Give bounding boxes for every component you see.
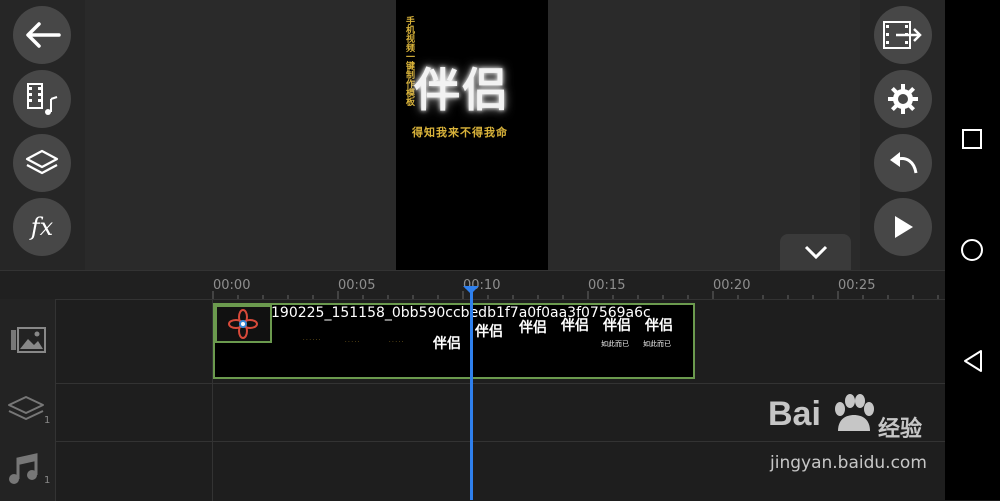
watermark-logo: Bai xyxy=(768,395,821,433)
preview-title: 伴侣 xyxy=(414,63,510,117)
preview-vertical-text: 手机视频一键制作模板 xyxy=(404,16,414,106)
chevron-down-icon xyxy=(804,245,827,259)
effects-button[interactable]: fx xyxy=(13,198,71,256)
clip-frame-title: 伴侣 xyxy=(645,318,673,334)
settings-button[interactable] xyxy=(874,70,932,128)
preview-subtitle: 得知我来不得我命 xyxy=(412,126,508,139)
clip-thumbnail xyxy=(215,305,272,343)
clip-frame-title: 伴侣 xyxy=(561,318,589,334)
clip-frame-title: 伴侣 xyxy=(475,324,503,340)
layers-button[interactable] xyxy=(13,134,71,192)
clip-frame-caption: 如此而已 xyxy=(643,340,671,348)
media-music-icon xyxy=(27,83,58,115)
video-track-header[interactable] xyxy=(10,327,46,357)
tick-label: 00:00 xyxy=(213,278,251,293)
track-divider xyxy=(55,383,945,384)
nav-back-button[interactable] xyxy=(962,349,984,377)
audio-count: 1 xyxy=(44,475,51,486)
clip-frame-title: 伴侣 xyxy=(519,320,547,336)
add-media-button[interactable] xyxy=(13,70,71,128)
image-track-icon xyxy=(11,327,46,353)
gear-icon xyxy=(888,84,918,114)
recents-button[interactable] xyxy=(962,129,982,153)
export-button[interactable] xyxy=(874,6,932,64)
play-icon xyxy=(895,216,913,238)
playhead[interactable] xyxy=(470,290,473,500)
clip-frame-caption: · · · · · xyxy=(389,339,404,345)
undo-icon xyxy=(890,152,918,174)
back-arrow-icon xyxy=(26,22,61,48)
flower-thumbnail-icon xyxy=(228,309,258,339)
collapse-timeline-button[interactable] xyxy=(780,234,851,270)
clip-frame-title: 伴侣 xyxy=(433,336,461,352)
clip-frame-caption: · · · · · xyxy=(345,339,360,345)
layers-icon xyxy=(25,149,59,175)
fx-icon: fx xyxy=(30,213,54,241)
paw-icon xyxy=(835,394,874,431)
home-button[interactable] xyxy=(960,238,984,266)
layer-track-header[interactable]: 1 xyxy=(6,395,50,429)
baidu-watermark: Bai 经验 jingyan.baidu.com xyxy=(768,394,948,480)
clip-frame-caption: · · · · · · xyxy=(303,337,321,343)
undo-button[interactable] xyxy=(874,134,932,192)
play-button[interactable] xyxy=(874,198,932,256)
android-nav-bar xyxy=(945,0,1000,500)
layers-track-icon xyxy=(8,396,44,420)
playhead-handle[interactable] xyxy=(463,286,479,294)
clip-frame-caption: 如此而已 xyxy=(601,340,629,348)
tick-label: 00:05 xyxy=(338,278,376,293)
export-film-icon xyxy=(883,21,922,49)
square-icon xyxy=(962,129,982,149)
video-clip[interactable]: 190225_151158_0bb590ccbedb1f7a0f0aa3f075… xyxy=(213,303,695,379)
circle-icon xyxy=(961,239,983,261)
tick-label: 00:15 xyxy=(588,278,626,293)
video-preview[interactable]: 手机视频一键制作模板 伴侣 得知我来不得我命 xyxy=(396,0,548,270)
clip-filename: 190225_151158_0bb590ccbedb1f7a0f0aa3f075… xyxy=(271,305,651,321)
track-headers: 1 1 xyxy=(0,299,56,501)
tick-label: 00:20 xyxy=(713,278,751,293)
back-button[interactable] xyxy=(13,6,71,64)
layer-count: 1 xyxy=(44,415,51,426)
triangle-back-icon xyxy=(964,350,982,372)
clip-frame-title: 伴侣 xyxy=(603,318,631,334)
audio-track-header[interactable]: 1 xyxy=(8,453,50,489)
music-note-icon xyxy=(9,453,38,484)
tick-label: 00:25 xyxy=(838,278,876,293)
watermark-url: jingyan.baidu.com xyxy=(770,453,927,473)
watermark-cn: 经验 xyxy=(878,417,923,442)
